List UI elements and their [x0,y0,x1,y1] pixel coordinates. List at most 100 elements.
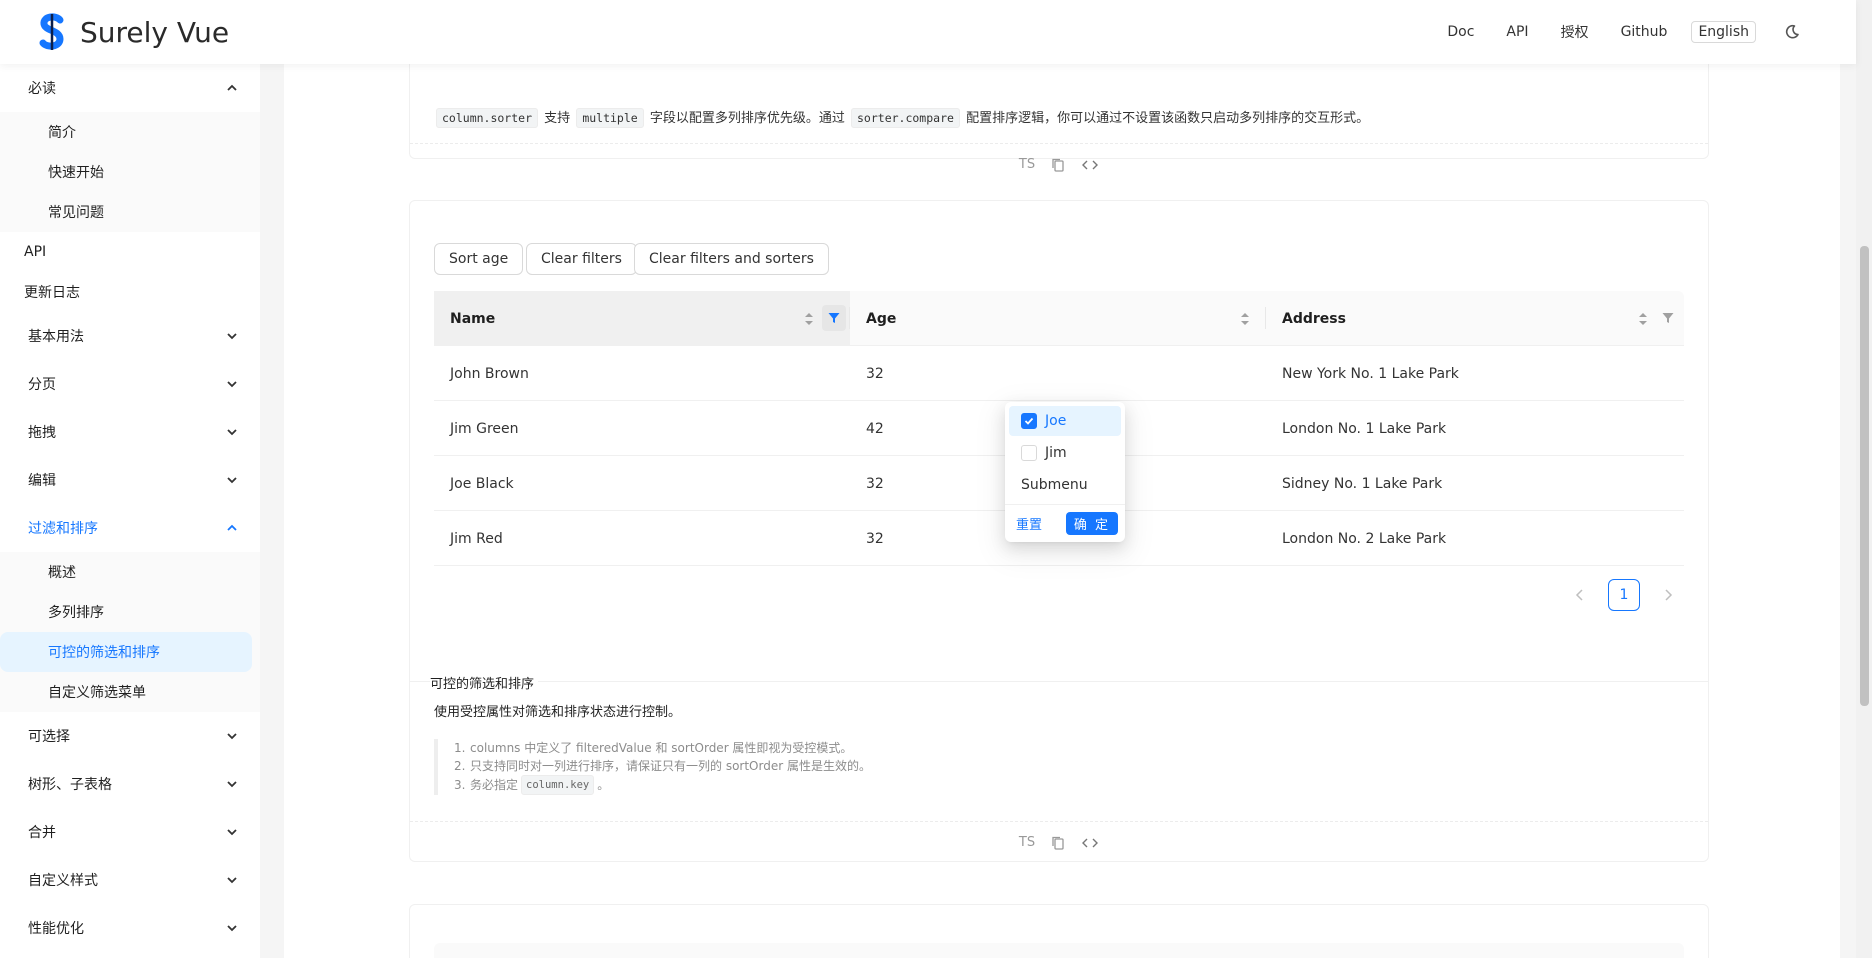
next-page-button[interactable] [1652,579,1684,611]
pagination: 1 [1564,579,1684,611]
sidebar-group-merge[interactable]: 合并 [0,808,260,856]
sidebar-item-faq[interactable]: 常见问题 [0,192,260,232]
confirm-button[interactable]: 确 定 [1065,512,1118,535]
chevron-up-icon [227,524,237,531]
sidebar-group-pagination[interactable]: 分页 [0,360,260,408]
sidebar-group-selectable[interactable]: 可选择 [0,712,260,760]
sidebar-item-controlled-filter-sort[interactable]: 可控的筛选和排序 [0,632,252,672]
note-number: 1. [454,741,466,755]
filter-button[interactable] [822,305,846,331]
sidebar-item-intro[interactable]: 简介 [0,112,260,152]
sidebar-item-api[interactable]: API [0,232,260,272]
note-text: 只支持同时对一列进行排序，请保证只有一列的 sortOrder 属性是生效的。 [470,759,871,773]
nav-api[interactable]: API [1506,24,1528,40]
sidebar-item-quickstart[interactable]: 快速开始 [0,152,260,192]
sort-icon[interactable] [804,311,814,327]
logo[interactable]: Surely Vue [38,12,229,52]
filter-option-joe[interactable]: Joe [1009,406,1121,436]
page-number[interactable]: 1 [1608,579,1640,611]
filter-option-jim[interactable]: Jim [1009,438,1121,468]
copy-icon[interactable] [1051,836,1065,850]
sidebar-group-label: 必读 [28,81,56,97]
sidebar-group-label: 树形、子表格 [28,777,112,793]
inline-code: column.sorter [436,108,539,128]
sidebar-group-edit[interactable]: 编辑 [0,456,260,504]
moon-icon[interactable] [1784,24,1800,40]
scrollbar-thumb[interactable] [1860,246,1869,706]
checkbox-checked[interactable] [1021,413,1037,429]
column-title: Age [866,310,897,327]
code-actions-bar: TS [410,143,1708,185]
note-number: 2. [454,759,466,773]
sort-age-button[interactable]: Sort age [434,243,524,275]
sidebar-item-multi-sort[interactable]: 多列排序 [0,592,260,632]
sort-icon[interactable] [1240,311,1250,327]
prev-page-button[interactable] [1564,579,1596,611]
code-expand-icon[interactable] [1081,836,1099,850]
sidebar-item-overview[interactable]: 概述 [0,552,260,592]
chevron-down-icon [227,381,237,388]
chevron-down-icon [227,877,237,884]
sidebar-group-tree[interactable]: 树形、子表格 [0,760,260,808]
copy-icon[interactable] [1051,158,1065,172]
sidebar-group-drag[interactable]: 拖拽 [0,408,260,456]
nav-github[interactable]: Github [1621,24,1668,40]
column-header-name[interactable]: Name [434,291,850,346]
chevron-left-icon [1575,589,1583,601]
inline-code: column.key [521,775,595,795]
note-number: 3. [454,778,466,792]
sort-icon[interactable] [1638,311,1648,327]
nav-license[interactable]: 授权 [1561,22,1589,42]
logo-icon [38,12,66,52]
filter-icon [828,313,840,323]
filter-button[interactable] [1656,305,1680,331]
sidebar-group-label: 过滤和排序 [28,521,98,537]
chevron-down-icon [227,477,237,484]
demo-description: column.sorter 支持 multiple 字段以配置多列排序优先级。通… [434,107,1369,128]
top-nav: Doc API 授权 Github English [1447,0,1800,64]
column-title: Name [450,310,496,327]
page-scrollbar[interactable] [1856,0,1872,958]
chevron-down-icon [227,829,237,836]
sidebar-group-label: 性能优化 [28,921,84,937]
clear-filters-button[interactable]: Clear filters [526,243,637,275]
ts-toggle[interactable]: TS [1019,835,1035,850]
code-expand-icon[interactable] [1081,158,1099,172]
reset-link[interactable]: 重置 [1016,514,1042,533]
column-title: Address [1282,310,1346,327]
chevron-right-icon [1665,589,1673,601]
sidebar-item-changelog[interactable]: 更新日志 [0,272,260,312]
sidebar-group-label: 分页 [28,377,56,393]
sidebar-group-performance[interactable]: 性能优化 [0,904,260,952]
sidebar-submenu-must-read: 简介 快速开始 常见问题 [0,112,260,232]
sidebar-group-label: 编辑 [28,473,56,489]
chevron-down-icon [227,781,237,788]
filter-dropdown: Joe Jim Submenu 重置 确 定 [1005,402,1125,542]
table-header [434,943,1684,958]
language-button[interactable]: English [1691,21,1756,43]
clear-filters-sorters-button[interactable]: Clear filters and sorters [634,243,829,275]
sidebar-group-must-read[interactable]: 必读 [0,64,260,112]
sidebar-group-label: 拖拽 [28,425,56,441]
sidebar-submenu-filter-sort: 概述 多列排序 可控的筛选和排序 自定义筛选菜单 [0,552,260,712]
sidebar-item-custom-filter-menu[interactable]: 自定义筛选菜单 [0,672,260,712]
cell-name: Joe Black [450,475,514,492]
nav-doc[interactable]: Doc [1447,24,1474,40]
cell-age: 32 [866,365,884,382]
cell-name: Jim Green [450,420,519,437]
filter-option-label: Jim [1045,445,1067,461]
sidebar-group-basic[interactable]: 基本用法 [0,312,260,360]
sidebar-group-filter-sort[interactable]: 过滤和排序 [0,504,260,552]
chevron-down-icon [227,429,237,436]
table-row[interactable]: John Brown 32 New York No. 1 Lake Park [434,346,1684,401]
column-header-address[interactable]: Address [1266,291,1684,346]
ts-toggle[interactable]: TS [1019,157,1035,172]
chevron-down-icon [227,925,237,932]
note-item: 2. 只支持同时对一列进行排序，请保证只有一列的 sortOrder 属性是生效的… [454,757,871,775]
filter-submenu[interactable]: Submenu [1009,470,1121,500]
note-text: columns 中定义了 filteredValue 和 sortOrder 属… [470,741,853,755]
checkbox-unchecked[interactable] [1021,445,1037,461]
sidebar-group-custom-style[interactable]: 自定义样式 [0,856,260,904]
check-icon [1024,417,1034,425]
column-header-age[interactable]: Age [850,291,1266,346]
